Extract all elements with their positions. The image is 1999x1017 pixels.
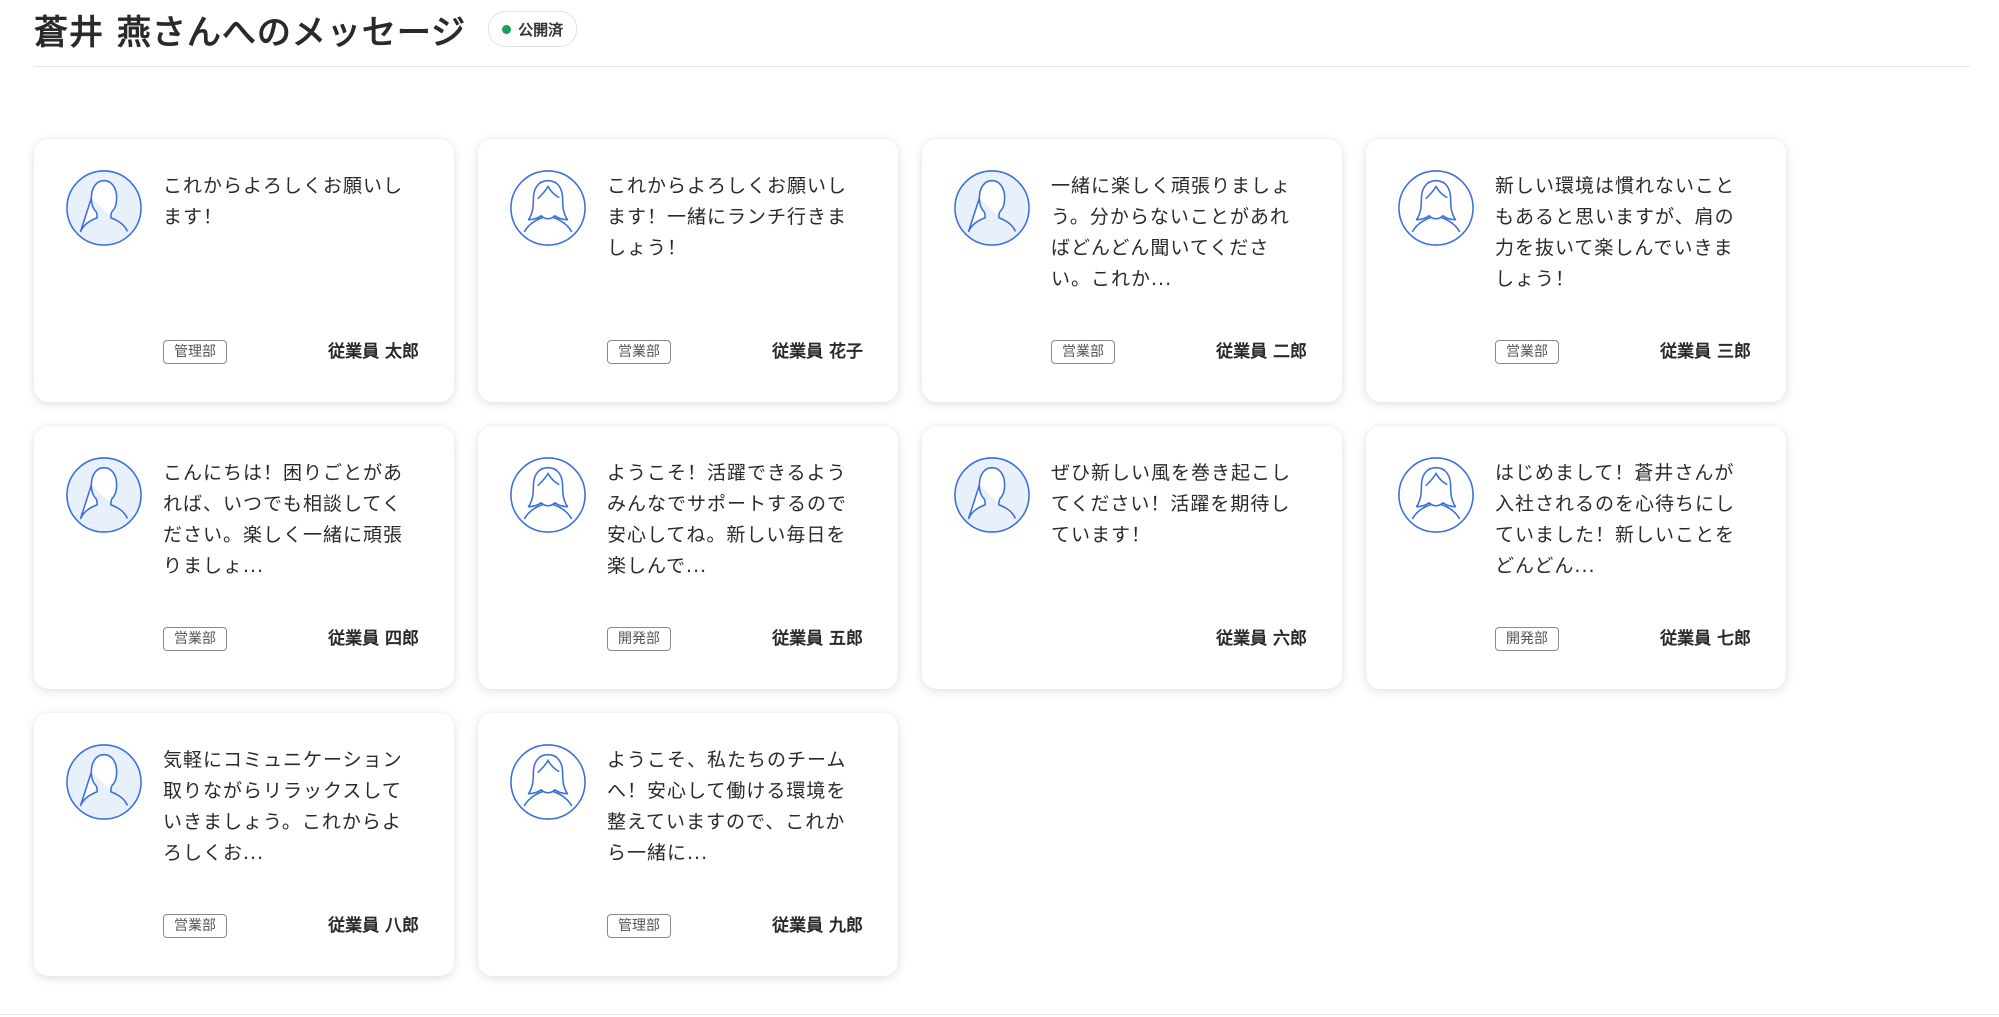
- message-card[interactable]: 一緒に楽しく頑張りましょう。分からないことがあればどんどん聞いてください。これか…: [922, 139, 1342, 402]
- status-label: 公開済: [518, 20, 564, 39]
- message-card[interactable]: これからよろしくお願いします！ 管理部 従業員 太郎: [34, 139, 454, 402]
- sender-name: 従業員 四郎: [328, 629, 419, 649]
- message-card-grid: これからよろしくお願いします！ 管理部 従業員 太郎 これからよろしくお願いします！一…: [34, 139, 1786, 976]
- department-tag: 営業部: [163, 627, 227, 651]
- department-tag: 開発部: [1495, 627, 1559, 651]
- message-card[interactable]: ぜひ新しい風を巻き起こしてください！活躍を期待しています！ 従業員 六郎: [922, 426, 1342, 689]
- male-avatar-icon: [953, 456, 1031, 534]
- page-header: 蒼井 燕さんへのメッセージ 公開済: [34, 6, 1970, 67]
- department-tag: 営業部: [607, 340, 671, 364]
- department-tag: 営業部: [1051, 340, 1115, 364]
- status-badge: 公開済: [488, 11, 578, 47]
- sender-name: 従業員 二郎: [1216, 342, 1307, 362]
- message-card[interactable]: こんにちは！困りごとがあれば、いつでも相談してください。楽しく一緒に頑張りましょ…: [34, 426, 454, 689]
- page-title: 蒼井 燕さんへのメッセージ: [34, 12, 467, 53]
- sender-name: 従業員 五郎: [772, 629, 863, 649]
- message-text: これからよろしくお願いします！一緒にランチ行きましょう！: [607, 175, 848, 259]
- sender-name: 従業員 九郎: [772, 916, 863, 936]
- female-avatar-icon: [509, 169, 587, 247]
- message-text: ぜひ新しい風を巻き起こしてください！活躍を期待しています！: [1051, 462, 1292, 546]
- status-dot-icon: [502, 24, 512, 34]
- sender-name: 従業員 八郎: [328, 916, 419, 936]
- department-tag: 開発部: [607, 627, 671, 651]
- sender-name: 従業員 七郎: [1660, 629, 1751, 649]
- sender-name: 従業員 六郎: [1216, 629, 1307, 649]
- message-text: ようこそ、私たちのチームへ！安心して働ける環境を整えていますので、これから一緒に…: [607, 749, 847, 864]
- message-text: 新しい環境は慣れないこともあると思いますが、肩の力を抜いて楽しんでいきましょう！: [1495, 175, 1736, 290]
- divider: [0, 1014, 1999, 1015]
- message-card[interactable]: はじめまして！蒼井さんが入社されるのを心待ちにしていました！新しいことをどんどん…: [1366, 426, 1786, 689]
- message-card[interactable]: 気軽にコミュニケーション取りながらリラックスしていきましょう。これからよろしくお…: [34, 713, 454, 976]
- female-avatar-icon: [1397, 169, 1475, 247]
- message-text: ようこそ！活躍できるようみんなでサポートするので安心してね。新しい毎日を楽しんで…: [607, 462, 848, 577]
- female-avatar-icon: [509, 456, 587, 534]
- message-card[interactable]: ようこそ、私たちのチームへ！安心して働ける環境を整えていますので、これから一緒に…: [478, 713, 898, 976]
- message-text: これからよろしくお願いします！: [163, 175, 404, 228]
- male-avatar-icon: [65, 456, 143, 534]
- male-avatar-icon: [65, 169, 143, 247]
- female-avatar-icon: [1397, 456, 1475, 534]
- department-tag: 営業部: [163, 914, 227, 938]
- message-card[interactable]: これからよろしくお願いします！一緒にランチ行きましょう！ 営業部 従業員 花子: [478, 139, 898, 402]
- sender-name: 従業員 花子: [772, 342, 863, 362]
- sender-name: 従業員 太郎: [328, 342, 419, 362]
- male-avatar-icon: [65, 743, 143, 821]
- message-card[interactable]: 新しい環境は慣れないこともあると思いますが、肩の力を抜いて楽しんでいきましょう！…: [1366, 139, 1786, 402]
- message-card[interactable]: ようこそ！活躍できるようみんなでサポートするので安心してね。新しい毎日を楽しんで…: [478, 426, 898, 689]
- message-text: 気軽にコミュニケーション取りながらリラックスしていきましょう。これからよろしくお…: [163, 749, 403, 864]
- message-text: こんにちは！困りごとがあれば、いつでも相談してください。楽しく一緒に頑張りましょ…: [163, 462, 404, 577]
- department-tag: 営業部: [1495, 340, 1559, 364]
- message-text: はじめまして！蒼井さんが入社されるのを心待ちにしていました！新しいことをどんどん…: [1495, 462, 1736, 577]
- female-avatar-icon: [509, 743, 587, 821]
- sender-name: 従業員 三郎: [1660, 342, 1751, 362]
- message-text: 一緒に楽しく頑張りましょう。分からないことがあればどんどん聞いてください。これか…: [1051, 175, 1292, 290]
- department-tag: 管理部: [163, 340, 227, 364]
- male-avatar-icon: [953, 169, 1031, 247]
- department-tag: 管理部: [607, 914, 671, 938]
